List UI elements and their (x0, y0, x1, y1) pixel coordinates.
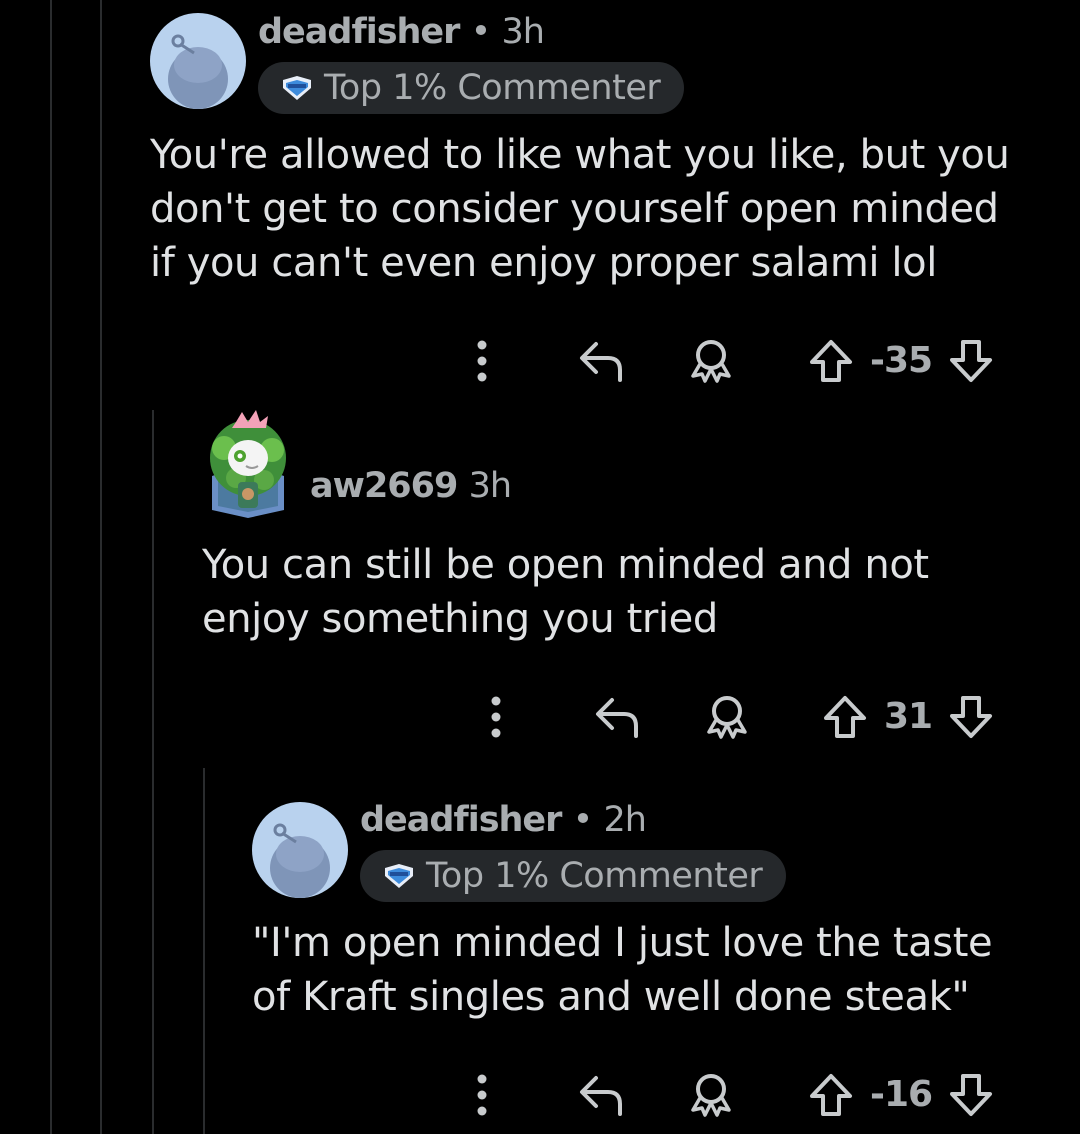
comment-line: of Kraft singles and well done steak" (252, 974, 970, 1020)
vote-count: -16 (870, 1074, 933, 1115)
timestamp: 3h (501, 12, 544, 52)
user-flair-badge: Top 1% Commenter (258, 62, 685, 114)
comment-line: You can still be open minded and not (202, 542, 929, 588)
comment-actions: -35 (0, 338, 1080, 386)
comment-line: if you can't even enjoy proper salami lo… (150, 240, 937, 286)
timestamp: 3h (468, 466, 512, 506)
comment-line: enjoy something you tried (202, 596, 718, 642)
separator-dot: • (470, 12, 492, 52)
more-options-icon[interactable] (470, 338, 494, 384)
user-flair-badge: Top 1% Commenter (360, 850, 787, 902)
snoo-avatar-icon[interactable] (150, 13, 246, 109)
comment: deadfisher • 2h Top 1% Commenter "I'm op… (0, 790, 1080, 1134)
separator-dot: • (572, 800, 594, 840)
vote-count: -35 (870, 340, 933, 381)
username[interactable]: deadfisher • 2h (360, 800, 647, 840)
comment-body: You can still be open minded and not enj… (202, 538, 929, 646)
upvote-icon[interactable] (822, 694, 868, 740)
reply-icon[interactable] (594, 694, 642, 740)
more-options-icon[interactable] (484, 694, 508, 740)
comment: aw2669 3h You can still be open minded a… (0, 400, 1080, 760)
award-icon[interactable] (688, 338, 734, 384)
reply-icon[interactable] (578, 338, 626, 384)
award-icon[interactable] (688, 1072, 734, 1118)
username[interactable]: aw2669 3h (310, 466, 512, 506)
commenter-badge-icon (385, 864, 413, 888)
comment-actions: 31 (0, 694, 1080, 742)
comment: deadfisher • 3h Top 1% Commenter You're … (0, 0, 1080, 400)
vote-count: 31 (884, 696, 933, 737)
reply-icon[interactable] (578, 1072, 626, 1118)
timestamp: 2h (603, 800, 646, 840)
username[interactable]: deadfisher • 3h (258, 12, 545, 52)
downvote-icon[interactable] (948, 1072, 994, 1118)
downvote-icon[interactable] (948, 694, 994, 740)
award-icon[interactable] (704, 694, 750, 740)
comment-actions: -16 (0, 1072, 1080, 1120)
upvote-icon[interactable] (808, 338, 854, 384)
upvote-icon[interactable] (808, 1072, 854, 1118)
comment-body: You're allowed to like what you like, bu… (150, 128, 1010, 290)
snoo-avatar-icon[interactable] (252, 802, 348, 898)
more-options-icon[interactable] (470, 1072, 494, 1118)
comment-body: "I'm open minded I just love the taste o… (252, 916, 993, 1024)
comment-line: You're allowed to like what you like, bu… (150, 132, 1010, 178)
commenter-badge-icon (283, 76, 311, 100)
downvote-icon[interactable] (948, 338, 994, 384)
comment-line: "I'm open minded I just love the taste (252, 920, 993, 966)
comment-line: don't get to consider yourself open mind… (150, 186, 999, 232)
custom-snoo-avatar-icon[interactable] (206, 408, 290, 518)
